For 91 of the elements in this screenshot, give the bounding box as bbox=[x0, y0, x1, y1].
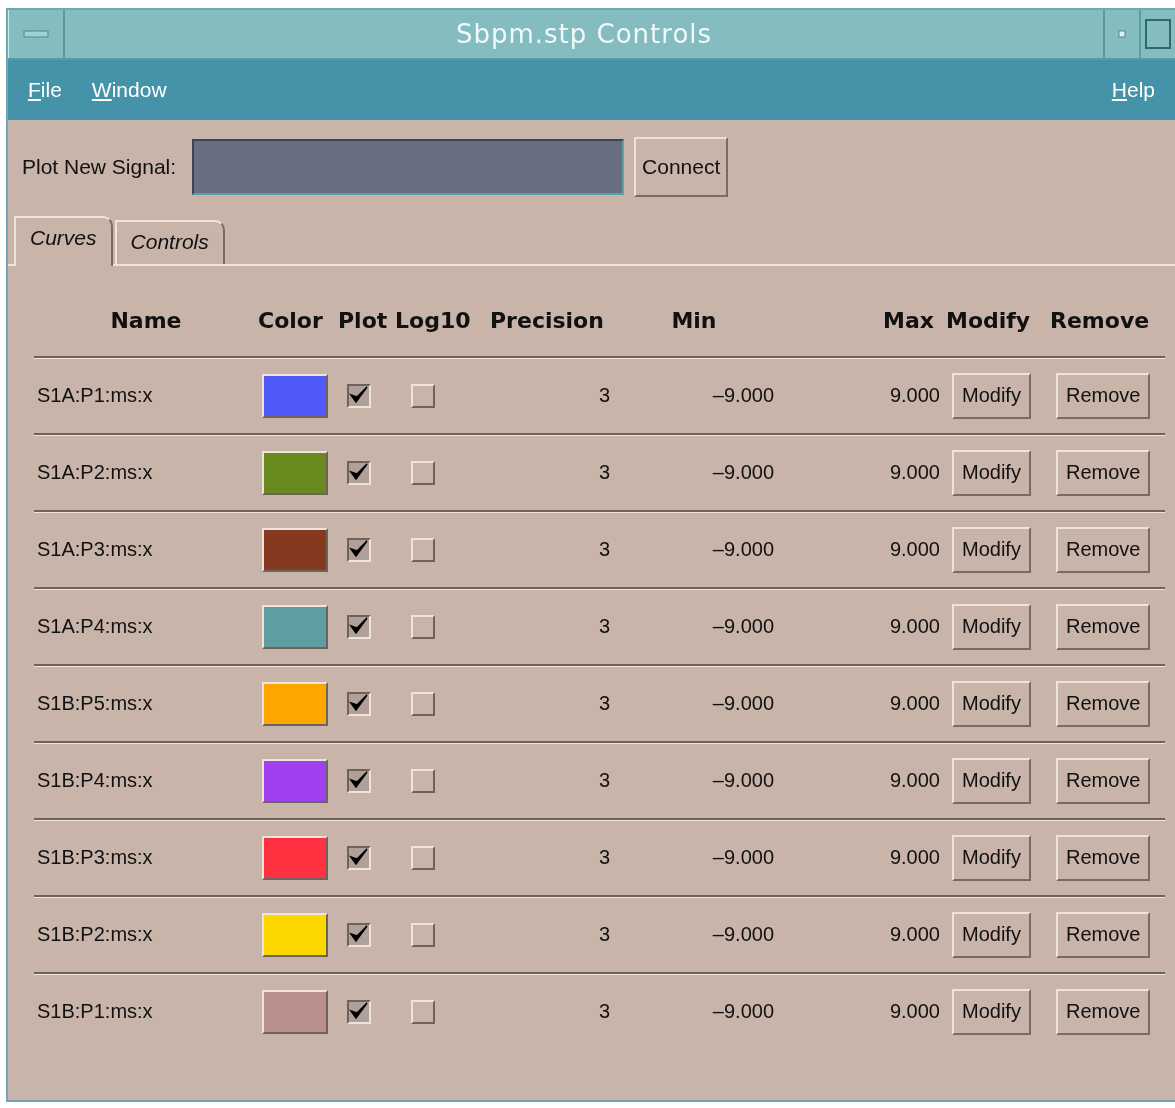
window-title: Sbpm.stp Controls bbox=[454, 18, 714, 51]
modify-button[interactable]: Modify bbox=[952, 526, 1031, 573]
min-value: –9.000 bbox=[711, 1000, 775, 1023]
menu-item[interactable]: Help bbox=[1111, 78, 1155, 102]
min-value: –9.000 bbox=[711, 538, 775, 561]
modify-button[interactable]: Modify bbox=[952, 757, 1031, 804]
min-value: –9.000 bbox=[711, 846, 775, 869]
checkbox[interactable] bbox=[347, 460, 371, 485]
modify-button[interactable]: Modify bbox=[952, 834, 1031, 881]
precision-value: 3 bbox=[597, 923, 611, 946]
remove-button[interactable]: Remove bbox=[1056, 757, 1151, 804]
color-swatch[interactable] bbox=[262, 758, 328, 803]
min-value: –9.000 bbox=[711, 769, 775, 792]
max-value: 9.000 bbox=[888, 692, 941, 715]
signal-name: S1B:P3:ms:x bbox=[36, 846, 154, 869]
max-value: 9.000 bbox=[888, 461, 941, 484]
precision-value: 3 bbox=[597, 1000, 611, 1023]
min-value: –9.000 bbox=[711, 692, 775, 715]
modify-button[interactable]: Modify bbox=[952, 680, 1031, 727]
max-value: 9.000 bbox=[888, 1000, 941, 1023]
remove-button[interactable]: Remove bbox=[1056, 526, 1151, 573]
signal-name: S1A:P2:ms:x bbox=[36, 461, 154, 484]
max-value: 9.000 bbox=[888, 923, 941, 946]
column-header: Color bbox=[258, 308, 324, 333]
remove-button[interactable]: Remove bbox=[1056, 603, 1151, 650]
modify-button[interactable]: Modify bbox=[952, 449, 1031, 496]
precision-value: 3 bbox=[597, 384, 611, 407]
color-swatch[interactable] bbox=[262, 604, 328, 649]
min-value: –9.000 bbox=[711, 384, 775, 407]
signal-name: S1B:P1:ms:x bbox=[36, 1000, 154, 1023]
remove-button[interactable]: Remove bbox=[1056, 834, 1151, 881]
remove-button[interactable]: Remove bbox=[1056, 372, 1151, 419]
precision-value: 3 bbox=[597, 538, 611, 561]
menu-item[interactable]: Window bbox=[91, 78, 167, 102]
signal-name: S1B:P2:ms:x bbox=[36, 923, 154, 946]
modify-button[interactable]: Modify bbox=[952, 911, 1031, 958]
column-header: Remove bbox=[1049, 308, 1151, 333]
min-value: –9.000 bbox=[711, 461, 775, 484]
checkbox[interactable] bbox=[347, 383, 371, 408]
tab[interactable]: Controls bbox=[114, 220, 225, 264]
checkbox[interactable] bbox=[347, 845, 371, 870]
color-swatch[interactable] bbox=[262, 989, 328, 1034]
max-value: 9.000 bbox=[888, 615, 941, 638]
connect-button[interactable]: Connect bbox=[634, 137, 729, 197]
color-swatch[interactable] bbox=[262, 527, 328, 572]
color-swatch[interactable] bbox=[262, 835, 328, 880]
color-swatch[interactable] bbox=[262, 373, 328, 418]
column-header: Plot bbox=[338, 308, 389, 333]
checkbox[interactable] bbox=[347, 922, 371, 947]
column-header: Min bbox=[670, 308, 718, 333]
remove-button[interactable]: Remove bbox=[1056, 449, 1151, 496]
modify-button[interactable]: Modify bbox=[952, 372, 1031, 419]
max-value: 9.000 bbox=[888, 538, 941, 561]
checkbox[interactable] bbox=[347, 537, 371, 562]
color-swatch[interactable] bbox=[262, 450, 328, 495]
signal-name: S1B:P4:ms:x bbox=[36, 769, 154, 792]
column-header: Precision bbox=[489, 308, 605, 333]
precision-value: 3 bbox=[597, 692, 611, 715]
field-label: Plot New Signal: bbox=[22, 155, 177, 179]
column-header: Max bbox=[882, 308, 935, 333]
column-header: Modify bbox=[945, 308, 1032, 333]
signal-name: S1A:P3:ms:x bbox=[36, 538, 154, 561]
color-swatch[interactable] bbox=[262, 681, 328, 726]
checkbox[interactable] bbox=[347, 768, 371, 793]
checkbox[interactable] bbox=[347, 691, 371, 716]
maximize-icon[interactable] bbox=[1145, 19, 1171, 49]
remove-button[interactable]: Remove bbox=[1056, 988, 1151, 1035]
modify-button[interactable]: Modify bbox=[952, 988, 1031, 1035]
min-value: –9.000 bbox=[711, 923, 775, 946]
signal-input-field[interactable] bbox=[192, 139, 625, 195]
max-value: 9.000 bbox=[888, 846, 941, 869]
menu-item[interactable]: File bbox=[28, 78, 62, 102]
column-header: Name bbox=[109, 308, 183, 333]
max-value: 9.000 bbox=[888, 769, 941, 792]
modify-button[interactable]: Modify bbox=[952, 603, 1031, 650]
precision-value: 3 bbox=[597, 615, 611, 638]
min-value: –9.000 bbox=[711, 615, 775, 638]
precision-value: 3 bbox=[597, 769, 611, 792]
precision-value: 3 bbox=[597, 846, 611, 869]
max-value: 9.000 bbox=[888, 384, 941, 407]
signal-name: S1A:P1:ms:x bbox=[36, 384, 154, 407]
precision-value: 3 bbox=[597, 461, 611, 484]
remove-button[interactable]: Remove bbox=[1056, 680, 1151, 727]
signal-name: S1B:P5:ms:x bbox=[36, 692, 154, 715]
remove-button[interactable]: Remove bbox=[1056, 911, 1151, 958]
checkbox[interactable] bbox=[347, 614, 371, 639]
checkbox[interactable] bbox=[347, 999, 371, 1024]
column-header: Log10 bbox=[395, 308, 470, 333]
color-swatch[interactable] bbox=[262, 912, 328, 957]
tab[interactable]: Curves bbox=[14, 216, 113, 266]
signal-name: S1A:P4:ms:x bbox=[36, 615, 154, 638]
